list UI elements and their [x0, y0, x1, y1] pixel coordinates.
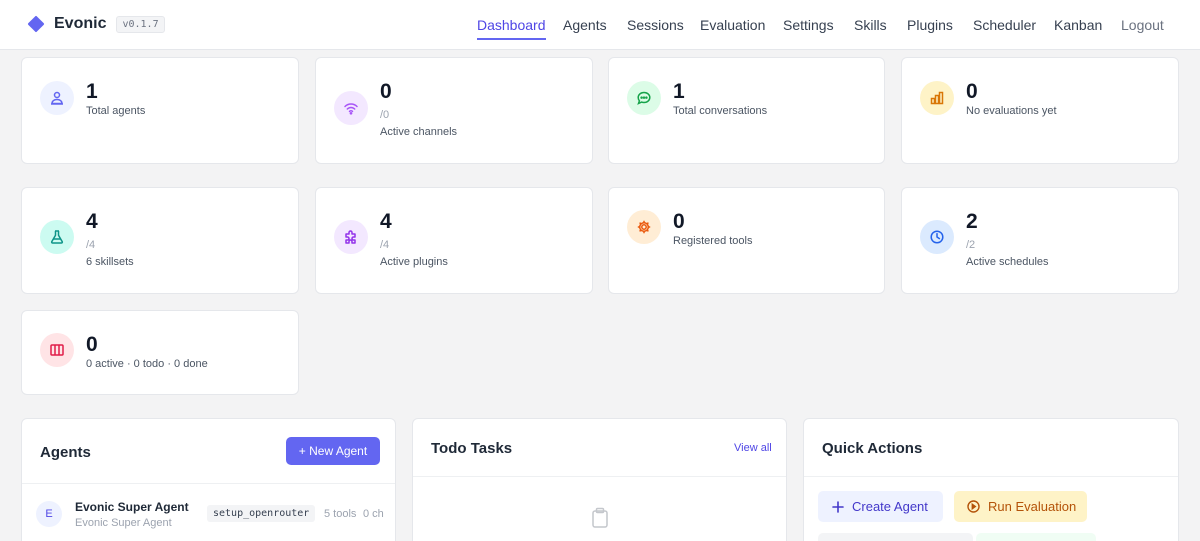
todo-panel-title: Todo Tasks — [431, 440, 513, 457]
puzzle-icon — [334, 220, 368, 254]
agent-subtitle: Evonic Super Agent — [75, 517, 172, 529]
quick-action-button[interactable] — [976, 533, 1096, 541]
nav-sessions[interactable]: Sessions — [627, 17, 684, 33]
run-evaluation-label: Run Evaluation — [988, 499, 1077, 514]
nav-kanban[interactable]: Kanban — [1054, 17, 1102, 33]
stat-total: /0 — [380, 109, 390, 121]
agent-name: Evonic Super Agent — [75, 500, 189, 514]
stat-value: 0 — [966, 80, 978, 103]
agent-icon — [40, 81, 74, 115]
chat-icon — [627, 81, 661, 115]
view-all-link[interactable]: View all — [734, 442, 772, 454]
todo-panel: Todo Tasks View all — [412, 418, 787, 541]
kanban-icon — [40, 333, 74, 367]
nav-dashboard[interactable]: Dashboard — [477, 17, 546, 40]
stat-card-skills[interactable]: 4 /4 6 skillsets — [21, 187, 299, 294]
stat-card-conversations[interactable]: 1 Total conversations — [608, 57, 885, 164]
clipboard-icon — [591, 507, 609, 534]
divider — [804, 476, 1178, 477]
quick-action-button[interactable] — [818, 533, 973, 541]
stat-card-schedules[interactable]: 2 /2 Active schedules — [901, 187, 1179, 294]
stat-value: 1 — [86, 80, 98, 103]
nav-evaluation[interactable]: Evaluation — [700, 17, 765, 33]
wifi-icon — [334, 91, 368, 125]
stat-label: 6 skillsets — [86, 256, 134, 268]
stat-label: 0 active · 0 todo · 0 done — [86, 358, 208, 370]
stat-card-tools[interactable]: 0 Registered tools — [608, 187, 885, 294]
stat-label: Registered tools — [673, 235, 753, 247]
bar-chart-icon — [920, 81, 954, 115]
nav-logout[interactable]: Logout — [1121, 17, 1164, 33]
stat-label: Active plugins — [380, 256, 448, 268]
stat-value: 4 — [380, 210, 392, 233]
stat-value: 0 — [673, 210, 685, 233]
stat-label: Active channels — [380, 126, 458, 138]
stat-value: 0 — [380, 80, 392, 103]
divider — [413, 476, 786, 477]
agents-panel: Agents + New Agent E Evonic Super Agent … — [21, 418, 396, 541]
stat-label: Active schedules — [966, 256, 1049, 268]
play-circle-icon — [967, 500, 980, 513]
stat-value: 4 — [86, 210, 98, 233]
agents-panel-title: Agents — [40, 444, 91, 461]
run-evaluation-button[interactable]: Run Evaluation — [954, 491, 1087, 522]
create-agent-label: Create Agent — [852, 499, 928, 514]
stat-label: Total agents — [86, 105, 146, 117]
plus-icon — [832, 500, 844, 513]
stat-card-channels[interactable]: 0 /0 Active channels — [315, 57, 593, 164]
flask-icon — [40, 220, 74, 254]
main-nav: Dashboard Agents Sessions Evaluation Set… — [0, 17, 1200, 41]
stat-value: 0 — [86, 333, 98, 356]
top-navbar: Evonic v0.1.7 Dashboard Agents Sessions … — [0, 0, 1200, 50]
quick-actions-title: Quick Actions — [822, 440, 923, 457]
tools-count: 5 tools — [324, 508, 357, 520]
stat-label: No evaluations yet — [966, 105, 1057, 117]
channels-count: 0 ch — [363, 508, 384, 520]
new-agent-button[interactable]: + New Agent — [286, 437, 380, 465]
stat-total: /4 — [380, 239, 390, 251]
nav-plugins[interactable]: Plugins — [907, 17, 953, 33]
stat-value: 1 — [673, 80, 685, 103]
quick-actions-panel: Quick Actions Create Agent Run Evaluatio… — [803, 418, 1179, 541]
tool-chip: setup_openrouter — [207, 505, 316, 522]
nav-skills[interactable]: Skills — [854, 17, 887, 33]
avatar: E — [36, 501, 62, 527]
stat-card-agents[interactable]: 1 Total agents — [21, 57, 299, 164]
divider — [22, 483, 395, 484]
nav-agents[interactable]: Agents — [563, 17, 607, 33]
nav-scheduler[interactable]: Scheduler — [973, 17, 1036, 33]
stat-label: Total conversations — [673, 105, 768, 117]
stat-card-plugins[interactable]: 4 /4 Active plugins — [315, 187, 593, 294]
stat-value: 2 — [966, 210, 978, 233]
stat-total: /2 — [966, 239, 976, 251]
stat-card-evaluations[interactable]: 0 No evaluations yet — [901, 57, 1179, 164]
stat-total: /4 — [86, 239, 96, 251]
create-agent-button[interactable]: Create Agent — [818, 491, 943, 522]
stat-card-kanban[interactable]: 0 0 active · 0 todo · 0 done — [21, 310, 299, 395]
nav-settings[interactable]: Settings — [783, 17, 834, 33]
gear-icon — [627, 210, 661, 244]
clock-icon — [920, 220, 954, 254]
